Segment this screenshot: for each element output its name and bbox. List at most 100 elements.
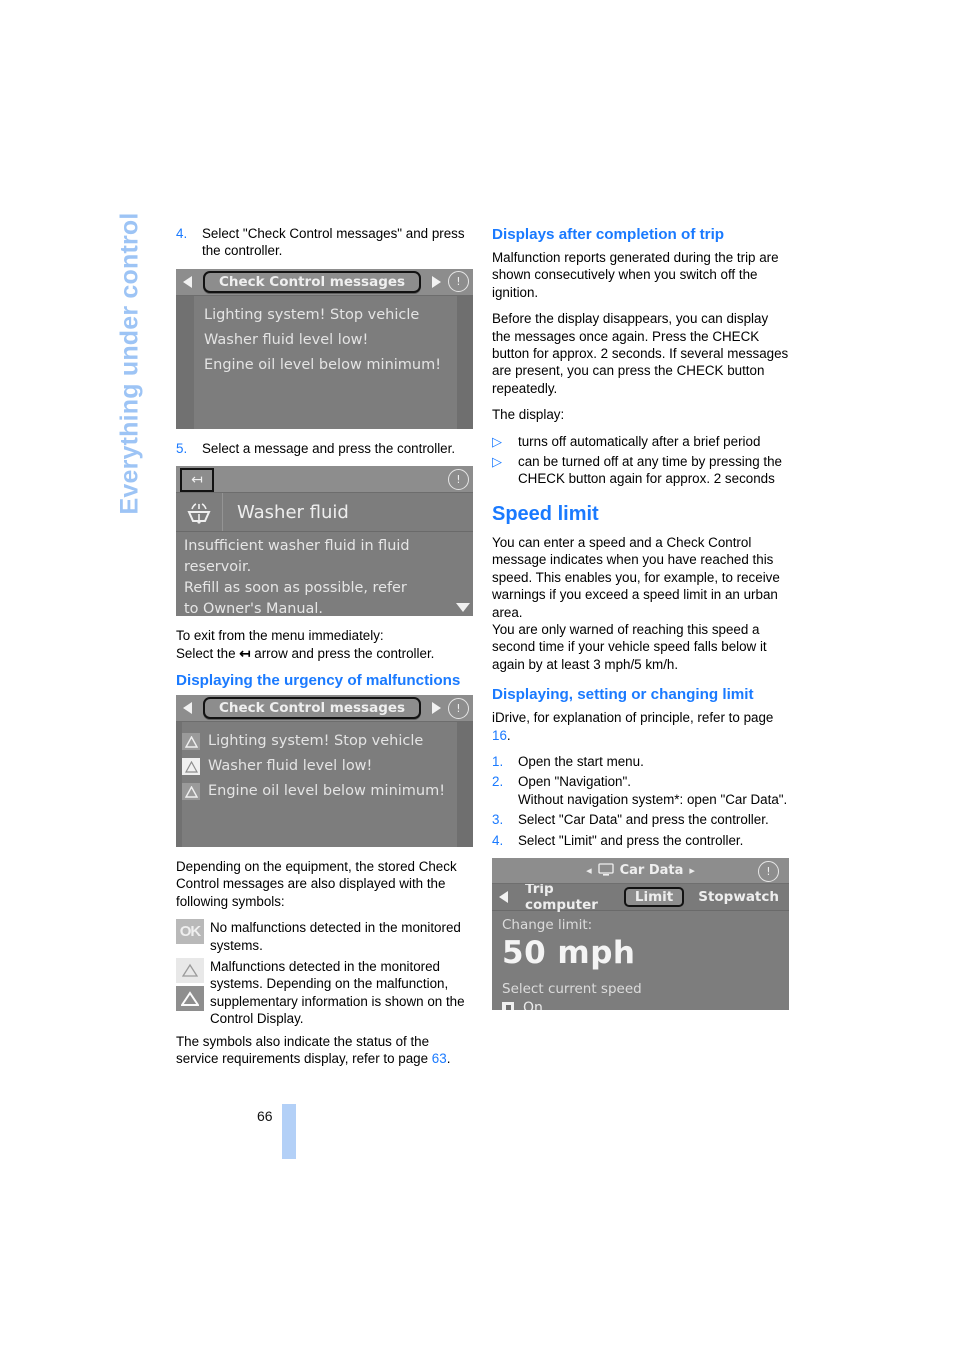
- chapter-side-tab: Everything under control: [115, 212, 144, 515]
- message-row[interactable]: Lighting system! Stop vehicle: [176, 303, 473, 328]
- back-arrow-icon[interactable]: ↤: [180, 468, 214, 493]
- tab-trip-computer[interactable]: Trip computer: [515, 881, 620, 913]
- check-control-status-icon: !: [448, 697, 469, 719]
- heading-urgency: Displaying the urgency of malfunctions: [176, 672, 461, 690]
- checkbox-label: On: [523, 999, 543, 1010]
- selected-title-box[interactable]: Check Control messages: [202, 697, 422, 720]
- exit-note-after: arrow and press the controller.: [254, 645, 435, 661]
- legend-row-malfunction: Malfunctions detected in the monitored s…: [176, 958, 473, 1028]
- ok-symbol: OK: [176, 919, 204, 945]
- checkbox-icon[interactable]: [502, 1001, 514, 1010]
- idrive-display-urgency: Check Control messages ! Lighting system…: [176, 695, 473, 848]
- previous-arrow-icon[interactable]: [181, 702, 194, 715]
- washer-fluid-body: Insufficient washer fluid in fluid reser…: [176, 532, 473, 616]
- car-data-body: Change limit: 50 mph Select current spee…: [492, 911, 789, 1010]
- step-3-right: 3. Select "Car Data" and press the contr…: [492, 811, 789, 828]
- previous-arrow-icon[interactable]: [181, 275, 194, 288]
- page-marker-bar: [282, 1104, 296, 1159]
- message-row[interactable]: Lighting system! Stop vehicle: [176, 729, 473, 754]
- service-note: The symbols also indicate the status of …: [176, 1033, 473, 1068]
- step-number: 1.: [492, 753, 504, 769]
- message-row[interactable]: Washer fluid level low!: [176, 754, 473, 779]
- left-column: 4. Select "Check Control messages" and p…: [176, 225, 473, 1077]
- legend-text: Malfunctions detected in the monitored s…: [210, 959, 465, 1027]
- step-number: 3.: [492, 812, 504, 828]
- step-number: 5.: [176, 440, 188, 456]
- bullet-item: ▷ turns off automatically after a brief …: [492, 433, 789, 450]
- step-text: Open the start menu.: [518, 753, 644, 769]
- step-text: Open "Navigation".: [518, 774, 631, 790]
- back-arrow-inline-icon: ↤: [239, 645, 251, 661]
- next-arrow-icon[interactable]: [430, 702, 443, 715]
- triangle-bullet-icon: ▷: [492, 454, 502, 470]
- step-4-left: 4. Select "Check Control messages" and p…: [176, 225, 473, 260]
- step-4-right: 4. Select "Limit" and press the controll…: [492, 832, 789, 849]
- step-number: 4.: [492, 832, 504, 848]
- previous-arrow-icon[interactable]: [497, 890, 510, 903]
- display-message-list: Lighting system! Stop vehicle Washer flu…: [176, 296, 473, 378]
- select-current-speed-label: Select current speed: [502, 980, 642, 997]
- bullet-text: turns off automatically after a brief pe…: [518, 433, 761, 449]
- on-checkbox-row[interactable]: On: [502, 1000, 789, 1010]
- step-5-left: 5. Select a message and press the contro…: [176, 440, 473, 457]
- message-row[interactable]: Engine oil level below minimum!: [176, 779, 473, 804]
- washer-fluid-icon: [176, 493, 223, 532]
- scroll-down-icon[interactable]: [456, 603, 470, 613]
- heading-displays-after-trip: Displays after completion of trip: [492, 226, 725, 243]
- display-title-bar: Check Control messages !: [176, 268, 473, 296]
- step-text: Select "Check Control messages" and pres…: [202, 226, 465, 259]
- selected-title-box[interactable]: Check Control messages: [202, 270, 422, 293]
- step-number: 4.: [176, 226, 188, 241]
- display-right-stripe: [457, 294, 473, 429]
- check-control-status-icon: !: [758, 860, 779, 882]
- limit-value[interactable]: 50 mph: [502, 934, 789, 972]
- service-note-after: .: [446, 1051, 451, 1067]
- monitor-icon: [597, 861, 614, 880]
- heading-changing-limit: Displaying, setting or changing limit: [492, 686, 754, 704]
- triangle-dark-symbol: [176, 986, 204, 1012]
- idrive-note: iDrive, for explanation of principle, re…: [492, 709, 789, 744]
- legend-symbols: OK: [176, 919, 210, 954]
- washer-fluid-header: Washer fluid: [176, 493, 473, 533]
- legend-symbols: [176, 958, 210, 1028]
- exit-note-line2: Select the ↤ arrow and press the control…: [176, 645, 473, 662]
- symbols-intro: Depending on the equipment, the stored C…: [176, 859, 457, 909]
- check-control-status-icon: !: [448, 271, 469, 293]
- tab-stopwatch[interactable]: Stopwatch: [688, 889, 789, 905]
- legend-row-ok: OK No malfunctions detected in the monit…: [176, 919, 473, 954]
- message-text: Engine oil level below minimum!: [208, 783, 446, 800]
- paragraph-2: Before the display disappears, you can d…: [492, 311, 789, 396]
- display-message-list: Lighting system! Stop vehicle Washer flu…: [176, 722, 473, 804]
- step-subtext: Without navigation system*: open "Car Da…: [518, 791, 788, 807]
- display-right-stripe: [457, 721, 473, 848]
- change-limit-label: Change limit:: [502, 916, 593, 933]
- exit-note-before: Select the: [176, 645, 236, 661]
- idrive-display-washer-fluid: ↤ ! Washer fluid Insufficient washer flu…: [176, 466, 473, 617]
- display-title-bar: Check Control messages !: [176, 695, 473, 723]
- message-row[interactable]: Washer fluid level low!: [176, 328, 473, 353]
- previous-arrow-icon[interactable]: ◂: [586, 864, 592, 877]
- step-text-wrapper: Open "Navigation". Without navigation sy…: [518, 773, 789, 808]
- idrive-note-after: .: [506, 727, 511, 743]
- body-line: Insufficient washer fluid in fluid: [184, 538, 410, 555]
- page-number: 66: [257, 1108, 273, 1124]
- message-row[interactable]: Engine oil level below minimum!: [176, 353, 473, 378]
- car-data-title: Car Data: [619, 862, 684, 878]
- triangle-bullet-icon: ▷: [492, 433, 502, 449]
- body-line: Refill as soon as possible, refer: [184, 580, 407, 597]
- paragraph-3: The display:: [492, 407, 565, 423]
- body-line: reservoir.: [184, 559, 252, 576]
- exit-note-line1: To exit from the menu immediately:: [176, 628, 384, 644]
- idrive-display-car-data: ◂ Car Data ▸ ! Trip computer Limit Stopw…: [492, 857, 789, 1010]
- next-arrow-icon[interactable]: ▸: [689, 864, 695, 877]
- step-2-right: 2. Open "Navigation". Without navigation…: [492, 773, 789, 808]
- page-reference-link[interactable]: 16: [492, 728, 507, 743]
- page-reference-link[interactable]: 63: [432, 1051, 447, 1066]
- next-arrow-icon[interactable]: [430, 275, 443, 288]
- warning-triangle-light-icon: [182, 758, 200, 776]
- triangle-light-symbol: [176, 958, 204, 984]
- step-1-right: 1. Open the start menu.: [492, 753, 789, 770]
- display-title-bar: ↤ !: [176, 466, 473, 494]
- car-data-title-bar: ◂ Car Data ▸ !: [492, 857, 789, 884]
- tab-limit[interactable]: Limit: [623, 886, 685, 907]
